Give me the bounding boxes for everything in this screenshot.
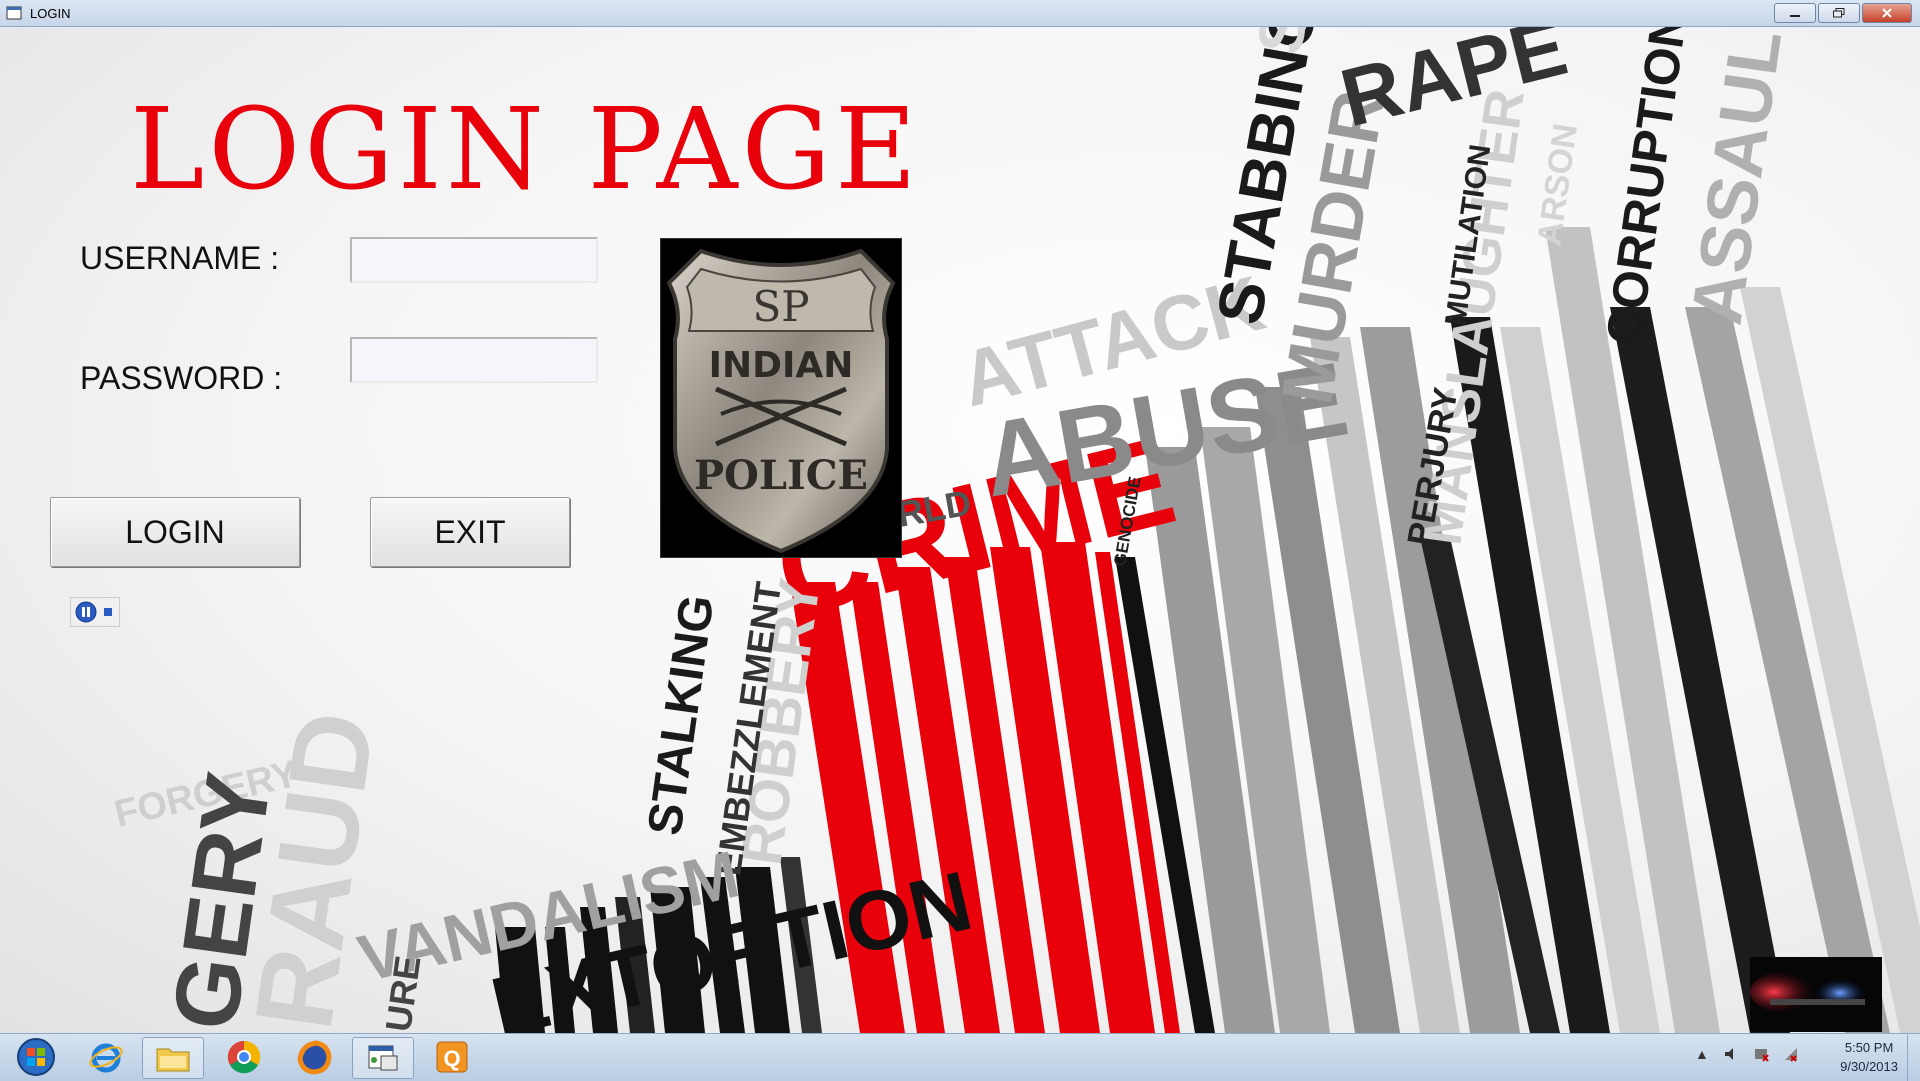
clock-time: 5:50 PM — [1844, 1040, 1894, 1055]
firefox-icon — [297, 1040, 332, 1075]
taskbar-q-app[interactable]: Q — [422, 1037, 482, 1077]
close-button[interactable] — [1862, 3, 1912, 23]
page-title: LOGIN PAGE — [130, 85, 921, 215]
police-siren-image — [1750, 957, 1882, 1032]
show-hidden-icons-icon[interactable]: ▲ — [1695, 1046, 1709, 1062]
clock-date: 9/30/2013 — [1840, 1059, 1898, 1074]
close-icon — [1882, 8, 1892, 18]
username-input[interactable] — [350, 237, 598, 283]
network-icon[interactable] — [1783, 1046, 1799, 1062]
pause-icon[interactable] — [75, 601, 97, 623]
taskbar-internet-explorer[interactable] — [76, 1037, 136, 1077]
app-icon — [6, 6, 22, 20]
system-tray: ▲ — [1695, 1046, 1799, 1062]
vb-app-icon — [368, 1045, 398, 1071]
taskbar: Q ▲ 5:50 PM 9/30/2013 — [0, 1033, 1920, 1081]
action-center-icon[interactable] — [1753, 1046, 1769, 1062]
taskbar-vb-app[interactable] — [352, 1037, 414, 1079]
bg-word-assault: ASSAUL — [1677, 27, 1797, 329]
taskbar-firefox[interactable] — [284, 1037, 344, 1077]
username-label: USERNAME : — [80, 240, 280, 276]
badge-emblem: SP — [752, 282, 809, 331]
q-app-icon: Q — [436, 1041, 468, 1073]
taskbar-clock[interactable]: 5:50 PM 9/30/2013 — [1840, 1038, 1898, 1076]
start-button[interactable] — [6, 1037, 66, 1077]
bg-word-stalking: STALKING — [638, 592, 724, 839]
police-badge-image: SP INDIAN POLICE — [660, 238, 902, 558]
internet-explorer-icon — [89, 1043, 123, 1073]
volume-icon[interactable] — [1723, 1046, 1739, 1062]
show-desktop-button[interactable] — [1907, 1034, 1920, 1081]
minimize-icon — [1790, 15, 1800, 17]
exit-button[interactable]: EXIT — [370, 497, 570, 567]
taskbar-chrome[interactable] — [214, 1037, 274, 1077]
restore-button[interactable] — [1818, 3, 1860, 23]
password-input[interactable] — [350, 337, 598, 383]
login-button[interactable]: LOGIN — [50, 497, 300, 567]
restore-icon — [1833, 8, 1845, 18]
bg-word-rape: RAPE — [1332, 27, 1575, 144]
password-label: PASSWORD : — [80, 360, 283, 396]
window-titlebar: LOGIN — [0, 0, 1920, 27]
svg-text:Q: Q — [443, 1046, 460, 1071]
media-player-control[interactable] — [70, 597, 120, 627]
minimize-button[interactable] — [1774, 3, 1816, 23]
badge-text-police: POLICE — [694, 452, 868, 499]
badge-text-indian: INDIAN — [709, 345, 854, 386]
chrome-icon — [227, 1040, 261, 1074]
stop-icon[interactable] — [103, 607, 113, 617]
login-form: CRIME ABUSE ATTACK RLD GENOCIDE STABBING… — [0, 27, 1920, 1033]
taskbar-file-explorer[interactable] — [142, 1037, 204, 1079]
windows-start-icon — [17, 1038, 55, 1076]
window-title: LOGIN — [30, 5, 71, 21]
folder-icon — [156, 1048, 190, 1072]
